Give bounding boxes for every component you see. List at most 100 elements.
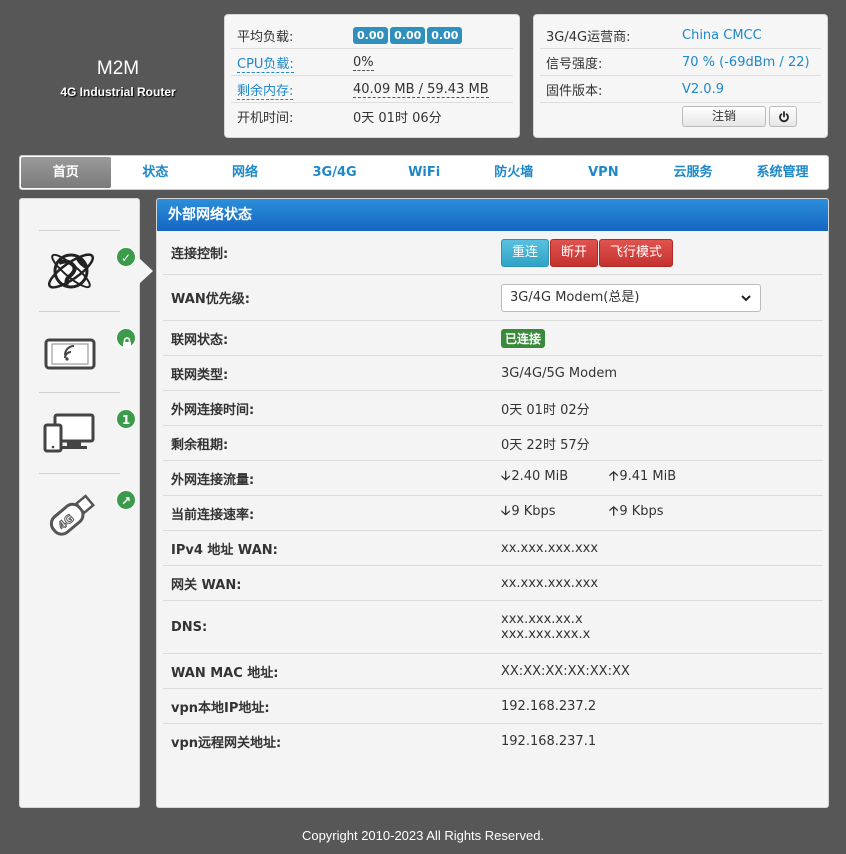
dns-row: DNS: xxx.xxx.xx.x xxx.xxx.xxx.x (163, 601, 823, 654)
reconnect-button[interactable]: 重连 (501, 238, 550, 267)
power-icon (779, 111, 789, 123)
status-badge: 已连接 (501, 328, 546, 348)
nav-cloud[interactable]: 云服务 (648, 157, 738, 188)
load-badge-5: 0.00 (390, 26, 426, 44)
sidebar-item-4g-modem[interactable]: 4G ↗ (39, 473, 136, 553)
nav-network[interactable]: 网络 (200, 157, 290, 188)
mac-value: XX:XX:XX:XX:XX:XX (501, 663, 630, 679)
airplane-mode-button[interactable]: 飞行模式 (599, 238, 674, 267)
nav-home[interactable]: 首页 (21, 157, 111, 188)
cpu-row: CPU负载: 0% (231, 49, 513, 76)
globe-icon (47, 253, 95, 289)
sidebar-item-devices[interactable]: 1 (39, 392, 136, 472)
load-badge-1: 0.00 (353, 26, 389, 44)
rate-down: 🡣9 Kbps (501, 504, 556, 519)
arrow-down-icon: 🡣 (501, 504, 511, 519)
load-badge-15: 0.00 (427, 26, 463, 44)
system-status-panel: 平均负载: 0.00 0.00 0.00 CPU负载: 0% 剩余内存: 40.09… (224, 14, 520, 138)
modem-status-panel: 3G/4G运营商: China CMCC 信号强度: 70 % (-69dBm … (533, 14, 828, 138)
rate-up: 🡡9 Kbps (609, 504, 664, 519)
ipv4-value: xx.xxx.xxx.xxx (501, 540, 599, 556)
carrier-label: 3G/4G运营商: (546, 29, 631, 45)
power-button[interactable] (769, 106, 797, 127)
mac-label: WAN MAC 地址: (171, 665, 279, 681)
lock-icon (116, 328, 136, 348)
dns-value-1: xxx.xxx.xx.x (501, 612, 583, 627)
vpn-local-label: vpn本地IP地址: (171, 700, 270, 716)
signal-row: 信号强度: 70 % (-69dBm / 22) (540, 49, 821, 76)
conn-time-row: 外网连接时间: 0天 01时 02分 (163, 391, 823, 426)
sidebar-item-wifi[interactable] (39, 311, 136, 391)
sidebar: ✓ 1 4G ↗ (19, 198, 140, 808)
connect-control-row: 连接控制: 重连 断开 飞行模式 (163, 231, 823, 275)
brand-subtitle: 4G Industrial Router (60, 85, 176, 99)
usb-4g-modem-icon: 4G (49, 494, 96, 536)
net-status-row: 联网状态: 已连接 (163, 321, 823, 356)
load-row: 平均负载: 0.00 0.00 0.00 (231, 22, 513, 49)
carrier-row: 3G/4G运营商: China CMCC (540, 22, 821, 49)
nav-system[interactable]: 系统管理 (738, 157, 828, 188)
vpn-local-value: 192.168.237.2 (501, 698, 597, 714)
traffic-up: 🡡9.41 MiB (609, 469, 677, 484)
footer-copyright: Copyright 2010-2023 All Rights Reserved. (301, 828, 545, 843)
ipv4-label: IPv4 地址 WAN: (171, 542, 278, 558)
load-values: 0.00 0.00 0.00 (353, 26, 513, 44)
dns-label: DNS: (171, 619, 208, 635)
wan-priority-select[interactable]: 3G/4G Modem(总是) (501, 283, 761, 312)
lease-label: 剩余租期: (171, 437, 229, 453)
nav-3g4g[interactable]: 3G/4G (290, 157, 380, 188)
vpn-remote-value: 192.168.237.1 (501, 734, 597, 749)
nav-vpn[interactable]: VPN (559, 157, 649, 188)
wifi-tablet-icon (44, 338, 96, 370)
arrow-up-icon: 🡡 (609, 504, 619, 519)
traffic-label: 外网连接流量: (171, 472, 255, 488)
firmware-label: 固件版本: (546, 83, 603, 99)
sidebar-item-internet[interactable]: ✓ (39, 230, 136, 310)
panel-title: 外部网络状态 (157, 199, 828, 231)
cpu-value: 0% (353, 54, 374, 71)
load-label: 平均负载: (237, 29, 294, 45)
sidebar-pointer (139, 258, 153, 284)
nav-firewall[interactable]: 防火墙 (469, 157, 559, 188)
wan-priority-label: WAN优先级: (171, 292, 250, 307)
conn-time-value: 0天 01时 02分 (501, 402, 590, 418)
disconnect-button[interactable]: 断开 (550, 238, 599, 267)
share-icon: ↗ (116, 490, 136, 510)
gateway-value: xx.xxx.xxx.xxx (501, 575, 599, 591)
memory-link[interactable]: 剩余内存: (231, 80, 353, 100)
arrow-up-icon: 🡡 (609, 469, 619, 484)
net-status-label: 联网状态: (171, 332, 229, 348)
gateway-label: 网关 WAN: (171, 577, 242, 593)
traffic-down: 🡣2.40 MiB (501, 469, 569, 484)
signal-label: 信号强度: (546, 56, 603, 72)
traffic-row: 外网连接流量: 🡣2.40 MiB 🡡9.41 MiB (163, 461, 823, 496)
uptime-label: 开机时间: (237, 111, 294, 126)
uptime-value: 0天 01时 06分 (353, 111, 442, 126)
wan-priority-value: 3G/4G Modem(总是) (510, 289, 640, 305)
lease-row: 剩余租期: 0天 22时 57分 (163, 426, 823, 461)
connect-control-label: 连接控制: (171, 247, 229, 262)
gateway-row: 网关 WAN: xx.xxx.xxx.xxx (163, 566, 823, 601)
carrier-value: China CMCC (682, 27, 762, 43)
rate-label: 当前连接速率: (171, 507, 255, 523)
net-type-label: 联网类型: (171, 367, 229, 383)
nav-wifi[interactable]: WiFi (379, 157, 469, 188)
lease-value: 0天 22时 57分 (501, 437, 590, 453)
firmware-row: 固件版本: V2.0.9 (540, 76, 821, 103)
chevron-down-icon (741, 294, 751, 301)
memory-row: 剩余内存: 40.09 MB / 59.43 MB (231, 76, 513, 103)
cpu-link[interactable]: CPU负载: (231, 53, 353, 73)
vpn-local-row: vpn本地IP地址: 192.168.237.2 (163, 689, 823, 724)
memory-value: 40.09 MB / 59.43 MB (353, 81, 489, 98)
vpn-remote-row: vpn远程网关地址: 192.168.237.1 (163, 724, 823, 759)
uptime-row: 开机时间: 0天 01时 06分 (231, 103, 513, 130)
connected-check-icon: ✓ (116, 247, 136, 267)
brand-name: M2M (96, 58, 140, 79)
logout-button[interactable]: 注销 (682, 106, 766, 127)
arrow-down-icon: 🡣 (501, 469, 511, 484)
nav-status[interactable]: 状态 (111, 157, 201, 188)
devices-icon (43, 413, 95, 453)
dns-value-2: xxx.xxx.xxx.x (501, 627, 591, 642)
net-type-value: 3G/4G/5G Modem (501, 365, 618, 381)
brand-logo: M2M 4G Industrial Router (40, 58, 196, 99)
